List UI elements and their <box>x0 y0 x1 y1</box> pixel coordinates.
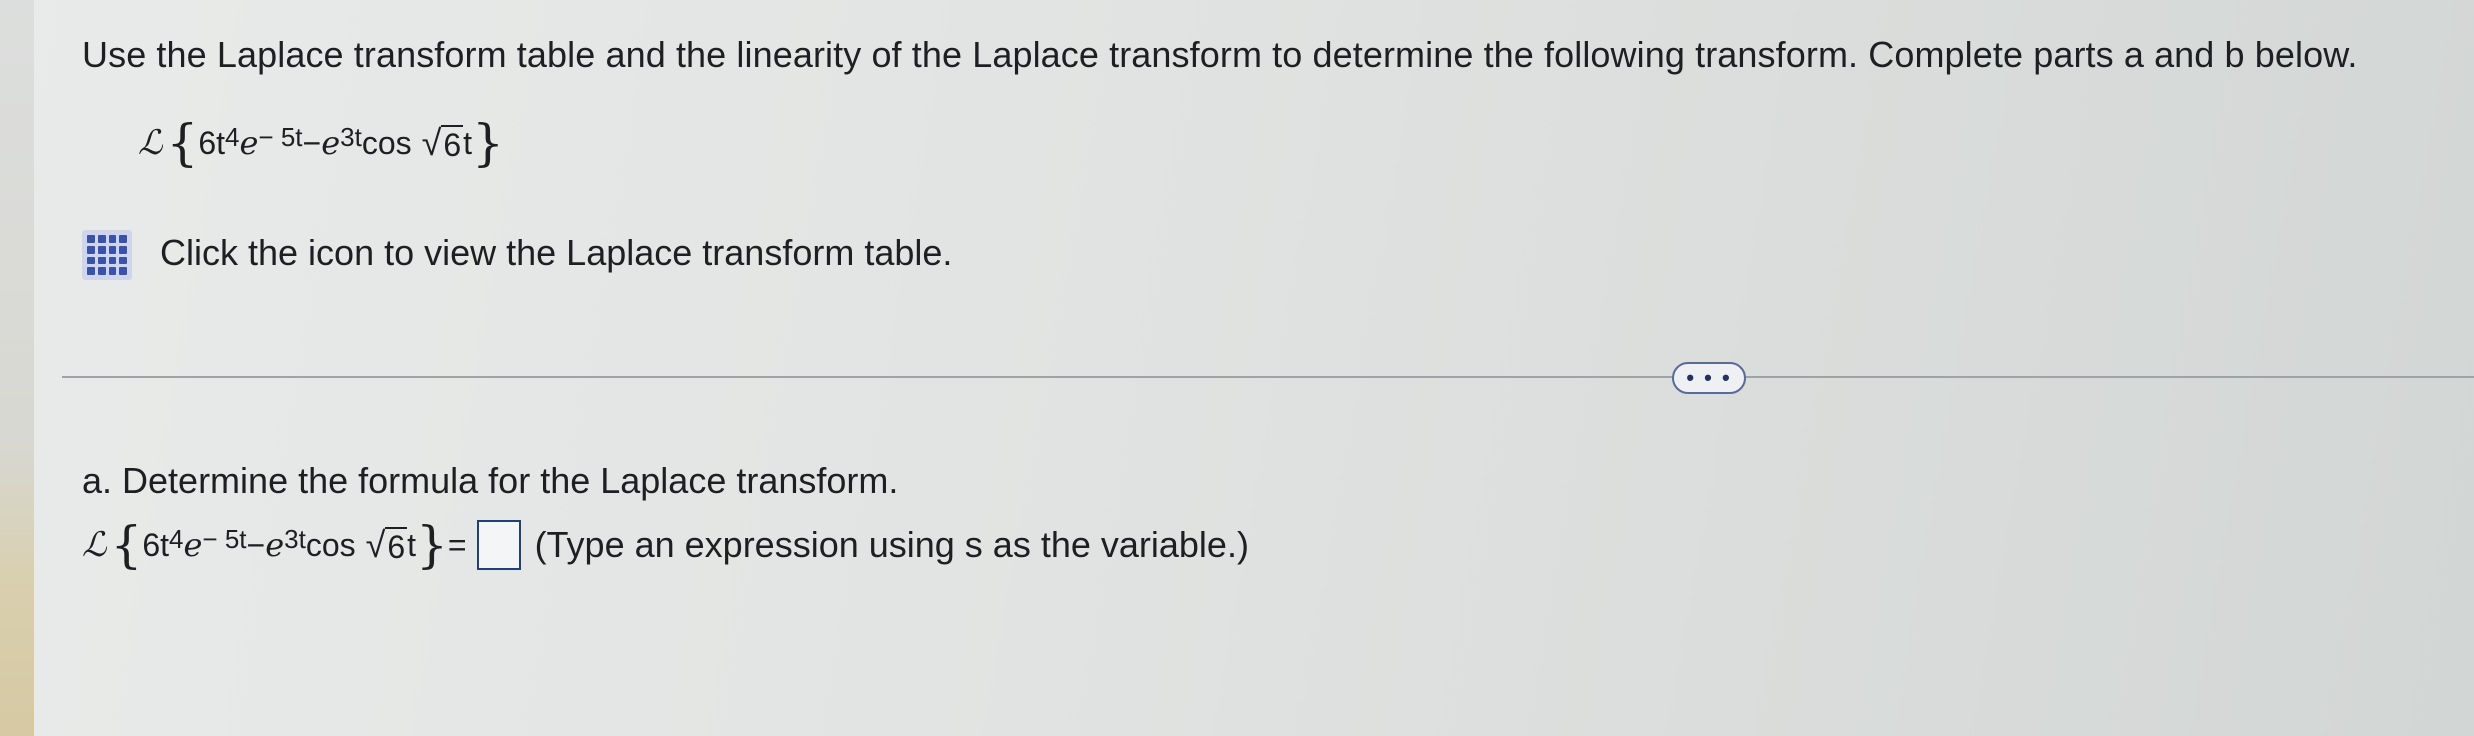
laplace-table-icon[interactable] <box>82 230 132 280</box>
instructions-text: Use the Laplace transform table and the … <box>82 34 2358 75</box>
transform-expression: ℒ { 6t 4 e − 5t − e 3t cos √ 6 t } <box>138 118 504 168</box>
exp-base-2: e <box>265 526 285 564</box>
coefficient-term: 6t <box>198 124 225 161</box>
table-link-text: Click the icon to view the Laplace trans… <box>160 232 953 273</box>
equals-sign: = <box>447 526 467 563</box>
more-options-button[interactable]: • • • <box>1672 362 1746 394</box>
cos-function: cos <box>305 526 356 563</box>
exp-base-1: e <box>239 124 259 162</box>
cos-function: cos <box>361 124 412 161</box>
exp-power-2: 3t <box>340 121 362 152</box>
part-a-title: a. Determine the formula for the Laplace… <box>82 460 899 501</box>
laplace-operator: ℒ <box>138 123 163 163</box>
t-variable: t <box>463 124 473 161</box>
question-content: Use the Laplace transform table and the … <box>62 0 2474 736</box>
exp-base-2: e <box>321 124 341 162</box>
section-divider <box>62 376 2474 378</box>
laplace-operator: ℒ <box>82 525 107 565</box>
radical-sign: √ <box>421 122 442 163</box>
t-exponent: 4 <box>225 121 240 152</box>
minus-sign: − <box>246 526 266 563</box>
coefficient-term: 6t <box>142 526 169 563</box>
t-exponent: 4 <box>169 523 184 554</box>
part-a-expression: ℒ { 6t 4 e − 5t − e 3t cos √ 6 t } = (Type a… <box>82 520 1249 570</box>
answer-input[interactable] <box>476 520 521 570</box>
exp-base-1: e <box>183 526 203 564</box>
exp-power-2: 3t <box>284 523 306 554</box>
exp-power-1: − 5t <box>202 523 247 554</box>
square-root: √ 6 <box>366 524 408 566</box>
open-brace: { <box>110 516 143 574</box>
exp-power-1: − 5t <box>258 121 303 152</box>
t-variable: t <box>407 526 417 563</box>
square-root: √ 6 <box>422 122 464 164</box>
close-brace: } <box>472 114 504 172</box>
close-brace: } <box>416 516 448 574</box>
answer-hint: (Type an expression using s as the varia… <box>534 524 1249 565</box>
radicand: 6 <box>385 527 408 565</box>
open-brace: { <box>166 114 199 172</box>
radical-sign: √ <box>365 524 386 565</box>
left-edge-strip <box>0 0 34 736</box>
radicand: 6 <box>441 125 464 163</box>
minus-sign: − <box>302 124 322 161</box>
